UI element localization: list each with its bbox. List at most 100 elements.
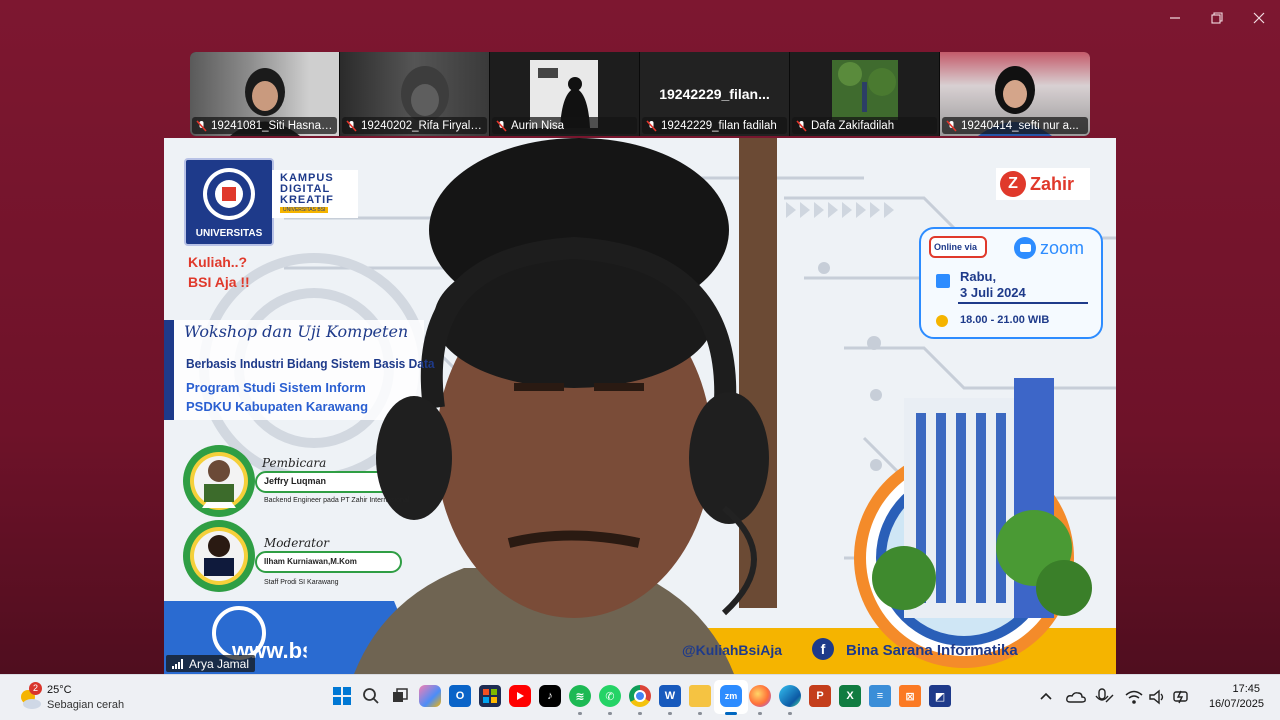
app-icon[interactable]: ◩ <box>929 685 951 707</box>
univ-logo-label: UNIVERSITAS <box>195 228 263 239</box>
restore-button[interactable] <box>1196 0 1238 36</box>
participant-name: Aurin Nisa <box>511 119 565 132</box>
tagline: Kuliah..? <box>188 254 248 270</box>
notepad-icon[interactable]: ≡ <box>869 685 891 707</box>
mic-off-icon <box>346 119 357 132</box>
running-indicator <box>638 712 642 715</box>
clock-date[interactable]: 16/07/2025 <box>1209 698 1264 710</box>
xampp-icon[interactable]: ⊠ <box>899 685 921 707</box>
tiktok-icon[interactable]: ♪ <box>539 685 561 707</box>
event-time: 18.00 - 21.00 WIB <box>960 314 1050 326</box>
volume-icon[interactable] <box>1149 689 1167 705</box>
moderator-name: Ilham Kurniawan,M.Kom <box>264 557 357 566</box>
weather-temp: 25°C <box>47 684 72 696</box>
signal-icon <box>172 658 183 669</box>
zahir-icon: Z <box>1000 171 1026 197</box>
whatsapp-icon[interactable]: ✆ <box>599 685 621 707</box>
spotify-icon[interactable]: ≋ <box>569 685 591 707</box>
onedrive-icon[interactable] <box>1066 689 1086 705</box>
workshop-title: Wokshop dan Uji Kompeten <box>184 322 409 341</box>
sponsor-name: Zahir <box>1030 173 1075 194</box>
participant-name: 19240202_Rifa Firyal ... <box>361 119 483 132</box>
clock-time[interactable]: 17:45 <box>1232 683 1260 695</box>
kampus-line: KREATIF <box>280 194 334 206</box>
outlook-icon[interactable]: O <box>449 685 471 707</box>
mic-off-icon <box>646 119 657 132</box>
mic-off-icon <box>796 119 807 132</box>
zoom-label: zoom <box>1040 237 1085 258</box>
facebook-label: Bina Sarana Informatika <box>846 642 1018 659</box>
clock-icon <box>936 315 948 327</box>
running-indicator <box>758 712 762 715</box>
firefox-icon[interactable] <box>749 685 771 707</box>
chrome-icon[interactable] <box>629 685 651 707</box>
participant-tile[interactable]: 19240414_sefti nur a... <box>940 52 1090 136</box>
participant-tile[interactable]: Dafa Zakifadilah <box>790 52 940 136</box>
store-icon[interactable] <box>479 685 501 707</box>
workshop-line: Berbasis Industri Bidang Sistem Basis Da… <box>186 356 435 371</box>
workshop-line: Program Studi Sistem Inform <box>186 380 366 395</box>
youtube-icon[interactable] <box>509 685 531 707</box>
battery-icon[interactable] <box>1172 688 1190 706</box>
mic-status-icon[interactable] <box>1094 688 1114 706</box>
tray-overflow-icon[interactable] <box>1038 689 1054 705</box>
task-view-icon[interactable] <box>389 685 411 707</box>
online-via-label: Online via <box>934 242 978 252</box>
participant-tile[interactable]: Aurin Nisa <box>490 52 640 136</box>
windows-start-icon[interactable] <box>331 685 353 707</box>
running-indicator <box>578 712 582 715</box>
search-icon[interactable] <box>360 685 382 707</box>
zoom-logo: zoom <box>1014 237 1084 259</box>
participant-nameplate: 19240202_Rifa Firyal ... <box>342 117 487 134</box>
running-indicator <box>788 712 792 715</box>
running-indicator <box>608 712 612 715</box>
speaker-name: Jeffry Luqman <box>264 476 327 486</box>
moderator-role: Moderator <box>264 536 329 550</box>
mic-off-icon <box>946 119 957 132</box>
participant-nameplate: Aurin Nisa <box>492 117 637 134</box>
bsi-emblem-icon <box>203 168 255 220</box>
wifi-icon[interactable] <box>1125 689 1143 705</box>
participant-nameplate: Dafa Zakifadilah <box>792 117 937 134</box>
speaker-nameplate: Arya Jamal <box>166 655 256 672</box>
minimize-button[interactable] <box>1154 0 1196 36</box>
mic-off-icon <box>496 119 507 132</box>
workshop-line: PSDKU Kabupaten Karawang <box>186 399 369 414</box>
speaker-role: Pembicara <box>262 456 327 470</box>
weather-badge: 2 <box>29 682 42 695</box>
participant-tile[interactable]: 19240202_Rifa Firyal ... <box>340 52 490 136</box>
participant-name: 19240414_sefti nur a... <box>961 119 1079 132</box>
main-video[interactable]: UNIVERSITAS KAMPUS DIGITAL KREATIF UNIVE… <box>164 138 1116 674</box>
participant-strip: 19241081_Siti Hasna ... 19240202_Rifa Fi… <box>190 52 1090 136</box>
weather-widget[interactable]: 2 25°C Sebagian cerah <box>18 681 148 715</box>
word-icon[interactable]: W <box>659 685 681 707</box>
participant-nameplate: 19242229_filan fadilah <box>642 117 787 134</box>
active-indicator <box>725 712 737 715</box>
close-button[interactable] <box>1238 0 1280 36</box>
event-day: Rabu, <box>960 269 997 284</box>
univ-logo: UNIVERSITAS <box>184 158 274 246</box>
excel-icon[interactable]: X <box>839 685 861 707</box>
participant-tile[interactable]: 19242229_filan... 19242229_filan fadilah <box>640 52 790 136</box>
sponsor-logo: Z Zahir <box>996 168 1090 200</box>
zoom-app-icon[interactable]: zm <box>720 685 742 707</box>
tagline: BSI Aja !! <box>188 274 250 290</box>
facebook-icon: f <box>812 638 834 660</box>
participant-name: Dafa Zakifadilah <box>811 119 895 132</box>
window-controls <box>1154 0 1280 36</box>
powerpoint-icon[interactable]: P <box>809 685 831 707</box>
edge-icon[interactable] <box>779 685 801 707</box>
speaker-desc: Backend Engineer pada PT Zahir Internasi… <box>264 497 410 504</box>
copilot-icon[interactable] <box>419 685 441 707</box>
file-explorer-icon[interactable] <box>689 685 711 707</box>
running-indicator <box>698 712 702 715</box>
participant-nameplate: 19240414_sefti nur a... <box>942 117 1088 134</box>
participant-tile[interactable]: 19241081_Siti Hasna ... <box>190 52 340 136</box>
event-date: 3 Juli 2024 <box>960 285 1026 300</box>
kampus-sub: UNIVERSITAS BSI <box>280 207 329 213</box>
speaker-name-label: Arya Jamal <box>189 656 250 671</box>
taskbar: 2 25°C Sebagian cerah O ♪ ≋ ✆ W zm P X ≡… <box>0 674 1280 720</box>
running-indicator <box>668 712 672 715</box>
moderator-desc: Staff Prodi SI Karawang <box>264 579 339 586</box>
calendar-icon <box>936 274 950 288</box>
